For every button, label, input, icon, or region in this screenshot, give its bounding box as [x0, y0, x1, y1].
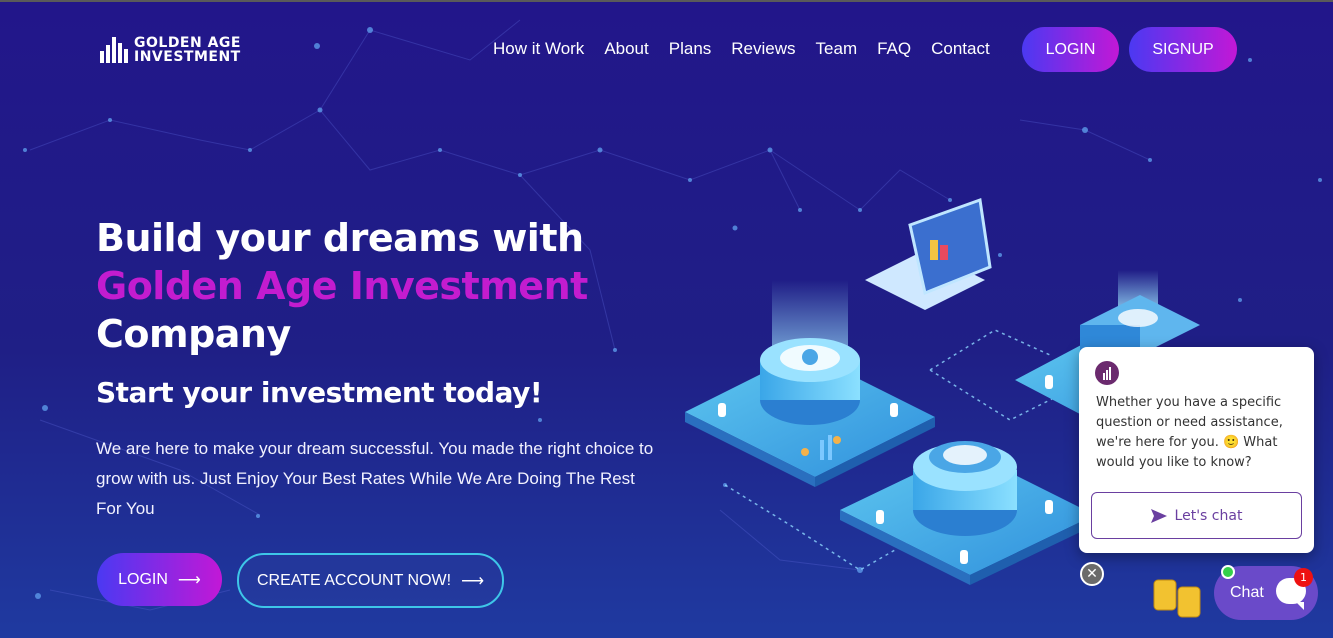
nav-how-it-work[interactable]: How it Work — [493, 38, 584, 60]
brand-logo[interactable]: GOLDEN AGE INVESTMENT — [100, 36, 241, 64]
chat-avatar — [1095, 361, 1119, 385]
arrow-right-icon: ⟶ — [177, 571, 201, 589]
lets-chat-button[interactable]: Let's chat — [1091, 492, 1302, 539]
chat-launcher-label: Chat — [1230, 584, 1264, 601]
hero-login-button[interactable]: LOGIN ⟶ — [97, 553, 222, 606]
chat-close-button[interactable]: ✕ — [1080, 562, 1104, 586]
brand-line2: INVESTMENT — [134, 49, 241, 65]
lets-chat-label: Let's chat — [1174, 507, 1243, 524]
online-status-indicator — [1221, 565, 1235, 579]
header-login-button[interactable]: LOGIN — [1022, 27, 1119, 72]
hero-title-accent: Golden Age Investment — [96, 264, 588, 308]
unread-count-badge: 1 — [1294, 568, 1313, 587]
header-signup-button[interactable]: SIGNUP — [1129, 27, 1237, 72]
nav-about[interactable]: About — [604, 38, 648, 60]
chat-popup: Whether you have a specific question or … — [1079, 347, 1314, 553]
hero-title-line3: Company — [96, 312, 291, 356]
hero-login-label: LOGIN — [118, 570, 168, 588]
nav-plans[interactable]: Plans — [669, 38, 712, 60]
logo-bars-icon — [100, 37, 128, 63]
nav-reviews[interactable]: Reviews — [731, 38, 795, 60]
send-icon — [1150, 508, 1167, 523]
hero-title-line1: Build your dreams with — [96, 216, 584, 260]
create-account-label: CREATE ACCOUNT NOW! — [256, 571, 452, 589]
nav-contact[interactable]: Contact — [931, 38, 990, 60]
hero-description: We are here to make your dream successfu… — [96, 439, 654, 518]
nav-team[interactable]: Team — [816, 38, 858, 60]
create-account-button[interactable]: CREATE ACCOUNT NOW! ⟶ — [237, 553, 504, 608]
chat-greeting-message: Whether you have a specific question or … — [1096, 395, 1283, 470]
arrow-right-icon: ⟶ — [461, 572, 485, 590]
brand-line1: GOLDEN AGE — [134, 35, 241, 51]
main-nav: How it Work About Plans Reviews Team FAQ… — [493, 38, 1010, 60]
hero-title: Build your dreams with Golden Age Invest… — [96, 214, 588, 358]
nav-faq[interactable]: FAQ — [877, 38, 911, 60]
hero-subtitle: Start your investment today! — [96, 376, 543, 409]
